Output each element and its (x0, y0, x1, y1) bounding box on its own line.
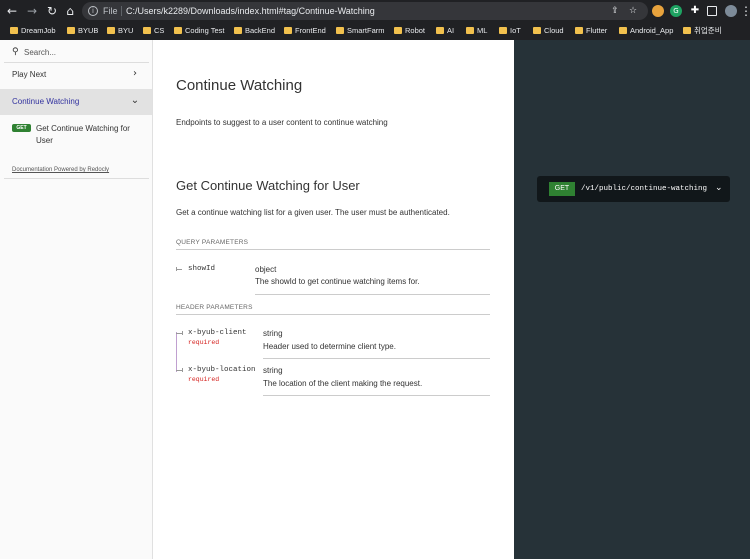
chevron-down-icon: ⌄ (130, 95, 140, 106)
back-arrow-icon[interactable]: ← (4, 3, 20, 19)
param-description: The location of the client making the re… (263, 379, 423, 388)
search-input[interactable] (24, 46, 134, 58)
powered-by-link[interactable]: Documentation Powered by Redocly (12, 166, 109, 174)
tag-description: Endpoints to suggest to a user content t… (176, 118, 388, 127)
folder-icon (394, 27, 402, 34)
menu-kebab-icon[interactable]: ⋮ (740, 3, 750, 19)
extension-icon[interactable] (652, 5, 664, 17)
sidebar-item-label: Play Next (12, 70, 47, 79)
url-text[interactable]: C:/Users/k2289/Downloads/index.html#tag/… (126, 5, 375, 17)
endpoint-method-badge: GET (549, 182, 575, 196)
bookmarks-bar: DreamJob BYUB BYU CS Coding Test BackEnd… (0, 22, 750, 40)
file-label: File (103, 6, 118, 16)
sidebar-toggle-icon[interactable] (707, 6, 717, 16)
folder-icon (436, 27, 444, 34)
share-icon[interactable]: ⇪ (609, 5, 621, 17)
right-panel: GET /v1/public/continue-watching ⌄ (514, 40, 750, 559)
param-row-divider (263, 358, 490, 359)
sidebar-item-play-next[interactable]: Play Next › (0, 62, 152, 88)
home-icon[interactable]: ⌂ (62, 3, 78, 19)
param-type: string (263, 366, 283, 375)
param-tree-line (182, 368, 183, 372)
info-icon[interactable]: i (88, 6, 98, 16)
sidebar-item-continue-watching[interactable]: Continue Watching ⌄ (0, 89, 152, 115)
search-box: ⚲ (12, 46, 142, 58)
profile-avatar-icon[interactable] (725, 5, 737, 17)
query-parameters-divider (176, 249, 490, 250)
param-name-x-byub-client: x-byub-client (188, 329, 247, 337)
puzzle-extensions-icon[interactable]: ✚ (689, 5, 701, 17)
get-method-badge: GET (12, 124, 31, 132)
folder-icon (143, 27, 151, 34)
grammarly-icon[interactable]: G (670, 5, 682, 17)
param-description: The showId to get continue watching item… (255, 277, 420, 286)
endpoint-toggle[interactable]: GET /v1/public/continue-watching ⌄ (537, 176, 730, 202)
folder-icon (336, 27, 344, 34)
folder-icon (284, 27, 292, 34)
chevron-down-icon: ⌄ (715, 183, 723, 193)
param-name-showid: showId (188, 265, 216, 273)
bookmark-star-icon[interactable]: ☆ (627, 5, 639, 17)
folder-icon (499, 27, 507, 34)
folder-icon (619, 27, 627, 34)
param-type: string (263, 329, 283, 338)
search-icon: ⚲ (12, 47, 19, 57)
operation-title: Get Continue Watching for User (176, 178, 360, 193)
folder-icon (174, 27, 182, 34)
endpoint-path: /v1/public/continue-watching (581, 185, 708, 193)
header-parameters-divider (176, 314, 490, 315)
header-parameters-heading: HEADER PARAMETERS (176, 304, 253, 311)
folder-icon (466, 27, 474, 34)
param-description: Header used to determine client type. (263, 342, 396, 351)
powered-divider (4, 178, 149, 179)
query-parameters-heading: QUERY PARAMETERS (176, 239, 249, 246)
forward-arrow-icon[interactable]: → (24, 3, 40, 19)
param-row-divider (263, 395, 490, 396)
param-tree-line (176, 332, 177, 372)
page-title: Continue Watching (176, 77, 303, 94)
sidebar: ⚲ Play Next › Continue Watching ⌄ GET Ge… (0, 40, 153, 559)
reload-icon[interactable]: ↻ (44, 3, 60, 19)
folder-icon (67, 27, 75, 34)
main-content: Continue Watching Endpoints to suggest t… (153, 40, 514, 559)
sidebar-item-label: Continue Watching (12, 97, 80, 106)
param-type: object (255, 265, 277, 274)
folder-icon (575, 27, 583, 34)
param-row-divider (255, 294, 490, 295)
omnibox-separator (121, 6, 122, 16)
navigation-bar: ← → ↻ ⌂ i File C:/Users/k2289/Downloads/… (0, 0, 750, 22)
address-bar[interactable]: i File C:/Users/k2289/Downloads/index.ht… (82, 2, 648, 20)
required-badge: required (188, 376, 220, 383)
operation-description: Get a continue watching list for a given… (176, 208, 450, 217)
sidebar-operation-get-continue-watching[interactable]: Get Continue Watching for User (36, 123, 146, 147)
chevron-right-icon: › (133, 68, 137, 79)
folder-icon (234, 27, 242, 34)
browser-chrome: ← → ↻ ⌂ i File C:/Users/k2289/Downloads/… (0, 0, 750, 40)
folder-icon (107, 27, 115, 34)
folder-icon (683, 27, 691, 34)
param-name-x-byub-location: x-byub-location (188, 366, 256, 374)
param-tree-line (176, 269, 182, 270)
folder-icon (533, 27, 541, 34)
required-badge: required (188, 339, 220, 346)
param-tree-line (182, 331, 183, 335)
folder-icon (10, 27, 18, 34)
